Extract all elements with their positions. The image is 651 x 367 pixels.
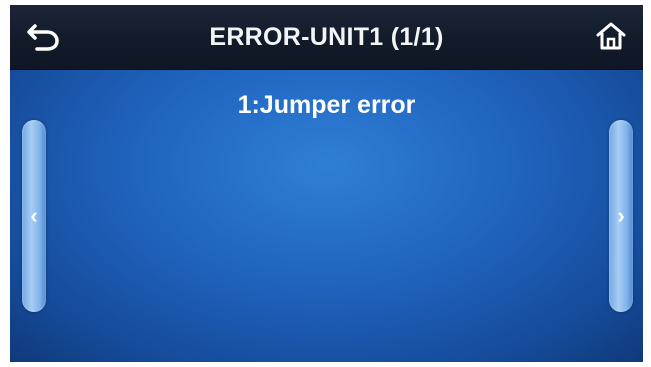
device-screen: ERROR-UNIT1 (1/1) 1:Jumper error ‹ › [10,5,643,362]
page-title: ERROR-UNIT1 (1/1) [209,23,444,51]
previous-page-button[interactable]: ‹ [22,120,46,312]
home-icon [596,22,626,50]
back-button[interactable] [20,13,68,59]
error-message: 1:Jumper error [237,91,416,119]
chevron-left-icon: ‹ [30,203,38,228]
next-page-button[interactable]: › [609,120,633,312]
back-arrow-icon [27,24,59,51]
home-button[interactable] [587,13,635,59]
header-bar: ERROR-UNIT1 (1/1) [10,5,643,70]
chevron-right-icon: › [617,203,625,228]
